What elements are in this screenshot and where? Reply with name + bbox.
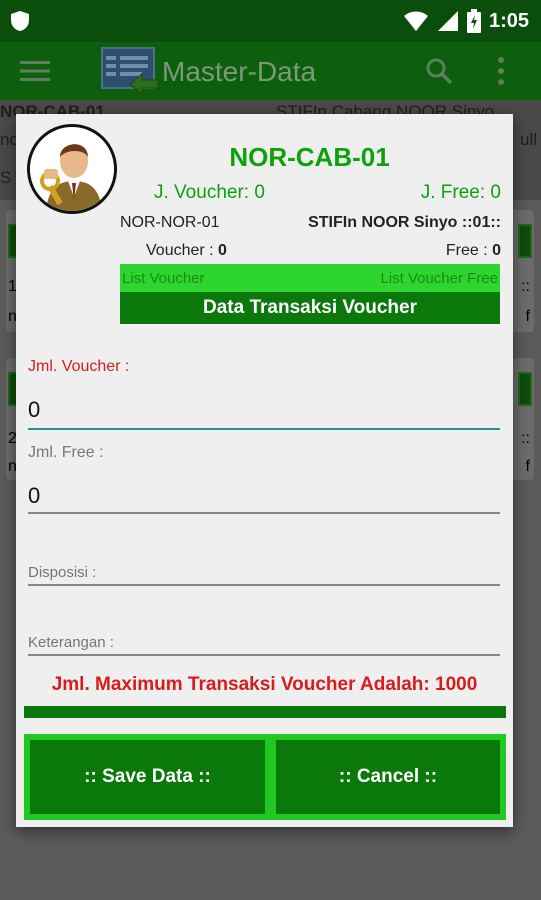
shield-icon — [11, 11, 29, 31]
j-voucher-count: J. Voucher: 0 — [154, 182, 265, 203]
voucher-dialog: NOR-CAB-01 J. Voucher: 0 J. Free: 0 NOR-… — [16, 114, 513, 827]
app-title: Master-Data — [162, 56, 317, 87]
save-button[interactable]: :: Save Data :: — [30, 740, 265, 814]
status-time: 1:05 — [488, 9, 529, 32]
divider-bar — [24, 706, 506, 718]
tab-list-voucher[interactable]: List Voucher — [122, 270, 205, 287]
bg-card-button — [518, 224, 532, 258]
bg-card-line: :: — [521, 430, 530, 447]
branch-code: NOR-CAB-01 — [229, 142, 390, 172]
more-vert-icon[interactable] — [494, 56, 508, 86]
app-bar: Master-Data — [0, 42, 541, 100]
voucher-label: Voucher : — [146, 242, 219, 259]
free-label: Free : — [445, 242, 493, 259]
master-data-logo-icon — [101, 47, 159, 96]
bg-row-sub-right: ull — [519, 130, 537, 149]
list-tabs: List Voucher List Voucher Free — [120, 264, 500, 292]
bg-card-line: f — [525, 308, 530, 325]
status-bar: 1:05 — [0, 0, 541, 42]
free-value: 0 — [492, 242, 501, 259]
menu-icon[interactable] — [20, 59, 50, 83]
battery-icon — [466, 9, 481, 33]
j-free-count: J. Free: 0 — [420, 182, 501, 203]
jml-voucher-input[interactable] — [28, 394, 500, 426]
bg-card-button — [518, 372, 532, 406]
wifi-icon — [403, 11, 428, 31]
voucher-value: 0 — [218, 242, 227, 259]
bg-card-line: f — [525, 458, 530, 475]
tab-data-transaksi-voucher[interactable]: Data Transaksi Voucher — [120, 292, 500, 324]
jml-voucher-underline — [28, 428, 500, 430]
stifin-name: STIFIn NOOR Sinyo ::01:: — [308, 214, 501, 231]
tab-list-voucher-free[interactable]: List Voucher Free — [380, 270, 498, 287]
jml-free-input[interactable] — [28, 480, 500, 512]
max-transaction-message: Jml. Maximum Transaksi Voucher Adalah: 1… — [51, 674, 478, 695]
jml-voucher-label: Jml. Voucher : — [28, 358, 130, 375]
nor-code: NOR-NOR-01 — [120, 214, 220, 231]
search-icon[interactable] — [424, 56, 454, 86]
free-summary: Free : 0 — [446, 242, 501, 260]
bg-row-line3: S — [0, 168, 12, 187]
jml-free-underline — [28, 512, 500, 514]
bg-card-line: :: — [521, 278, 530, 295]
keterangan-input[interactable] — [28, 628, 500, 656]
voucher-summary: Voucher : 0 — [146, 242, 227, 260]
cancel-button[interactable]: :: Cancel :: — [276, 740, 500, 814]
keterangan-underline — [28, 654, 500, 656]
button-bar: :: Save Data :: :: Cancel :: — [24, 734, 506, 820]
disposisi-underline — [28, 584, 500, 586]
disposisi-input[interactable] — [28, 558, 500, 586]
jml-free-label: Jml. Free : — [28, 444, 104, 461]
signal-icon — [437, 11, 458, 31]
